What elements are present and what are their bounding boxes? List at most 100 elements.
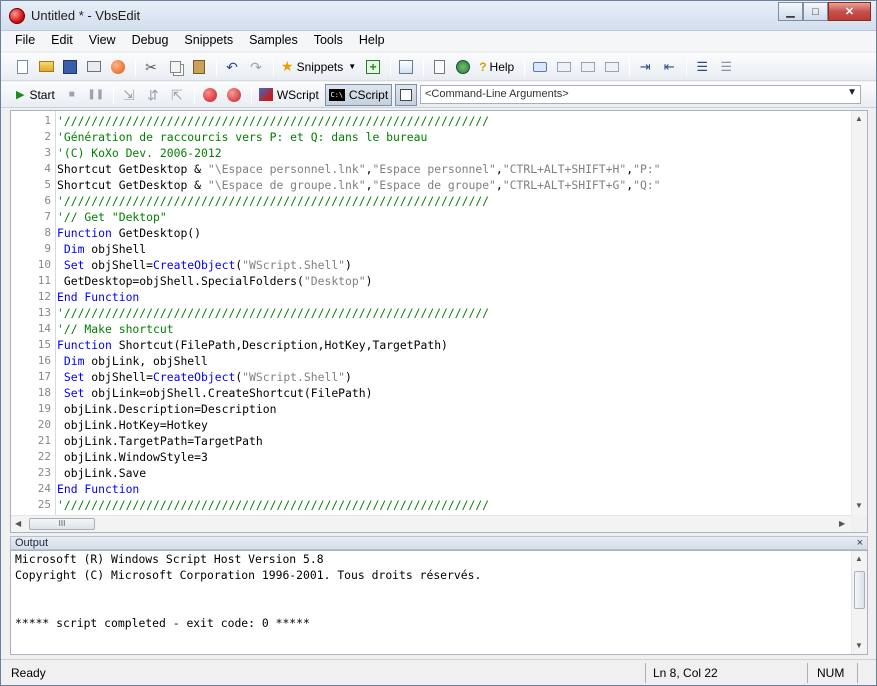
output-pane[interactable]: Microsoft (R) Windows Script Host Versio… <box>10 550 868 655</box>
code-line[interactable]: GetDesktop=objShell.SpecialFolders("Desk… <box>57 273 373 289</box>
step-over-icon[interactable]: ⇵ <box>142 84 164 106</box>
code-line[interactable]: Shortcut GetDesktop & "\Espace personnel… <box>57 161 661 177</box>
menu-debug[interactable]: Debug <box>124 31 177 51</box>
record-icon[interactable] <box>107 56 129 78</box>
code-line[interactable]: End Function <box>57 481 139 497</box>
scroll-left-arrow-icon[interactable]: ◀ <box>15 519 21 528</box>
insert-object-icon[interactable] <box>395 56 417 78</box>
start-button[interactable]: ▶ Start <box>13 84 58 106</box>
code-line[interactable]: '// Make shortcut <box>57 321 174 337</box>
wscript-button[interactable]: WScript <box>256 84 322 106</box>
toggle-bookmark-icon[interactable] <box>529 56 551 78</box>
menu-samples[interactable]: Samples <box>241 31 306 51</box>
help-icon: ? <box>479 59 487 74</box>
menu-snippets[interactable]: Snippets <box>176 31 241 51</box>
pause-icon[interactable]: ❚❚ <box>85 84 107 106</box>
object-browser-icon[interactable] <box>452 56 474 78</box>
code-token: "CTRL+ALT+SHIFT+H" <box>502 162 627 176</box>
editor-horizontal-scrollbar[interactable]: ◀ III ▶ <box>11 515 851 532</box>
scroll-right-arrow-icon[interactable]: ▶ <box>839 519 845 528</box>
menu-file[interactable]: File <box>7 31 43 51</box>
print-icon[interactable] <box>83 56 105 78</box>
step-out-icon[interactable]: ⇱ <box>166 84 188 106</box>
code-token: '///////////////////////////////////////… <box>57 498 490 512</box>
clear-breakpoints-icon[interactable] <box>223 84 245 106</box>
open-folder-icon[interactable] <box>35 56 57 78</box>
cscript-button[interactable]: C:\ CScript <box>324 83 393 106</box>
code-line[interactable]: objLink.TargetPath=TargetPath <box>57 433 263 449</box>
prev-bookmark-icon[interactable] <box>577 56 599 78</box>
start-label: Start <box>29 87 55 102</box>
help-button[interactable]: ? Help <box>476 56 517 78</box>
scroll-down-arrow-icon[interactable]: ▼ <box>855 641 863 650</box>
copy-icon[interactable] <box>164 56 186 78</box>
stop-icon[interactable]: ■ <box>61 84 83 106</box>
code-line[interactable]: '// Get "Dektop" <box>57 209 167 225</box>
next-bookmark-icon[interactable] <box>553 56 575 78</box>
code-line[interactable]: '(C) KoXo Dev. 2006-2012 <box>57 145 222 161</box>
code-line[interactable]: Set objShell=CreateObject("WScript.Shell… <box>57 369 352 385</box>
output-window-icon[interactable] <box>395 83 418 106</box>
step-into-icon[interactable]: ⇲ <box>118 84 140 106</box>
indent-icon[interactable]: ⇥ <box>634 56 656 78</box>
line-number: 20 <box>37 418 51 431</box>
code-line[interactable]: '///////////////////////////////////////… <box>57 193 489 209</box>
breakpoint-icon[interactable] <box>199 84 221 106</box>
code-line[interactable]: objLink.Save <box>57 465 146 481</box>
redo-icon[interactable]: ↷ <box>245 56 267 78</box>
clear-bookmarks-icon[interactable] <box>601 56 623 78</box>
code-line[interactable]: '///////////////////////////////////////… <box>57 497 489 513</box>
scroll-up-arrow-icon[interactable]: ▲ <box>855 114 863 123</box>
menu-tools[interactable]: Tools <box>306 31 351 51</box>
snippets-button[interactable]: ★ Snippets ▼ <box>278 56 359 78</box>
output-scroll-thumb[interactable] <box>854 571 865 609</box>
uncomment-block-icon[interactable]: ☰ <box>715 56 737 78</box>
cut-icon[interactable]: ✂ <box>140 56 162 78</box>
outdent-icon[interactable]: ⇤ <box>658 56 680 78</box>
code-line[interactable]: 'Génération de raccourcis vers P: et Q: … <box>57 129 427 145</box>
scroll-down-arrow-icon[interactable]: ▼ <box>855 501 863 510</box>
vbsedit-app-icon[interactable] <box>9 8 25 24</box>
close-button[interactable]: ✕ <box>828 2 871 21</box>
new-file-icon[interactable] <box>11 56 33 78</box>
find-icon[interactable] <box>428 56 450 78</box>
code-line[interactable]: Dim objShell <box>57 241 146 257</box>
chevron-down-icon[interactable]: ▼ <box>847 87 857 98</box>
minimize-button[interactable]: ▁ <box>778 2 803 21</box>
code-line[interactable]: Function Shortcut(FilePath,Description,H… <box>57 337 448 353</box>
comment-block-icon[interactable]: ☰ <box>691 56 713 78</box>
code-area[interactable]: '///////////////////////////////////////… <box>57 111 852 516</box>
toolbar-separator <box>216 57 217 76</box>
editor-vertical-scrollbar[interactable]: ▲ ▼ <box>851 111 867 516</box>
code-line[interactable]: objLink.Description=Description <box>57 401 277 417</box>
toolbar-separator <box>250 85 252 104</box>
add-snippet-icon[interactable]: + <box>362 56 384 78</box>
toolbar-separator <box>423 57 425 76</box>
code-line[interactable]: Set objLink=objShell.CreateShortcut(File… <box>57 385 373 401</box>
menu-help[interactable]: Help <box>351 31 393 51</box>
horizontal-scroll-thumb[interactable]: III <box>29 518 95 530</box>
code-line[interactable]: Shortcut GetDesktop & "\Espace de groupe… <box>57 177 661 193</box>
paste-icon[interactable] <box>188 56 210 78</box>
code-token: "\Espace de groupe.lnk" <box>207 178 366 192</box>
code-line[interactable]: Set objShell=CreateObject("WScript.Shell… <box>57 257 352 273</box>
code-editor[interactable]: 1 2 3 4 5 6 7 8 9 10 11 12 13 14 15 16 17 18 19 20 21 22 23 24 2… <box>10 110 868 533</box>
menu-view[interactable]: View <box>81 31 124 51</box>
maximize-button[interactable]: □ <box>803 2 828 21</box>
output-vertical-scrollbar[interactable]: ▲ ▼ <box>851 551 867 654</box>
code-line[interactable]: '///////////////////////////////////////… <box>57 113 489 129</box>
code-line[interactable]: End Function <box>57 289 139 305</box>
code-line[interactable]: Function GetDesktop() <box>57 225 201 241</box>
line-number-gutter: 1 2 3 4 5 6 7 8 9 10 11 12 13 14 15 16 17 18 19 20 21 22 23 24 2… <box>11 111 55 516</box>
command-line-arguments-combo[interactable]: <Command-Line Arguments> ▼ <box>420 85 861 104</box>
code-line[interactable]: '///////////////////////////////////////… <box>57 305 489 321</box>
code-line[interactable]: objLink.HotKey=Hotkey <box>57 417 208 433</box>
code-line[interactable]: objLink.WindowStyle=3 <box>57 449 208 465</box>
scroll-up-arrow-icon[interactable]: ▲ <box>855 554 863 563</box>
code-line[interactable]: Dim objLink, objShell <box>57 353 208 369</box>
save-icon[interactable] <box>59 56 81 78</box>
undo-icon[interactable]: ↶ <box>221 56 243 78</box>
menu-edit[interactable]: Edit <box>43 31 81 51</box>
code-token: objLink=objShell.CreateShortcut(FilePath… <box>84 386 373 400</box>
close-output-icon[interactable]: × <box>857 537 863 549</box>
